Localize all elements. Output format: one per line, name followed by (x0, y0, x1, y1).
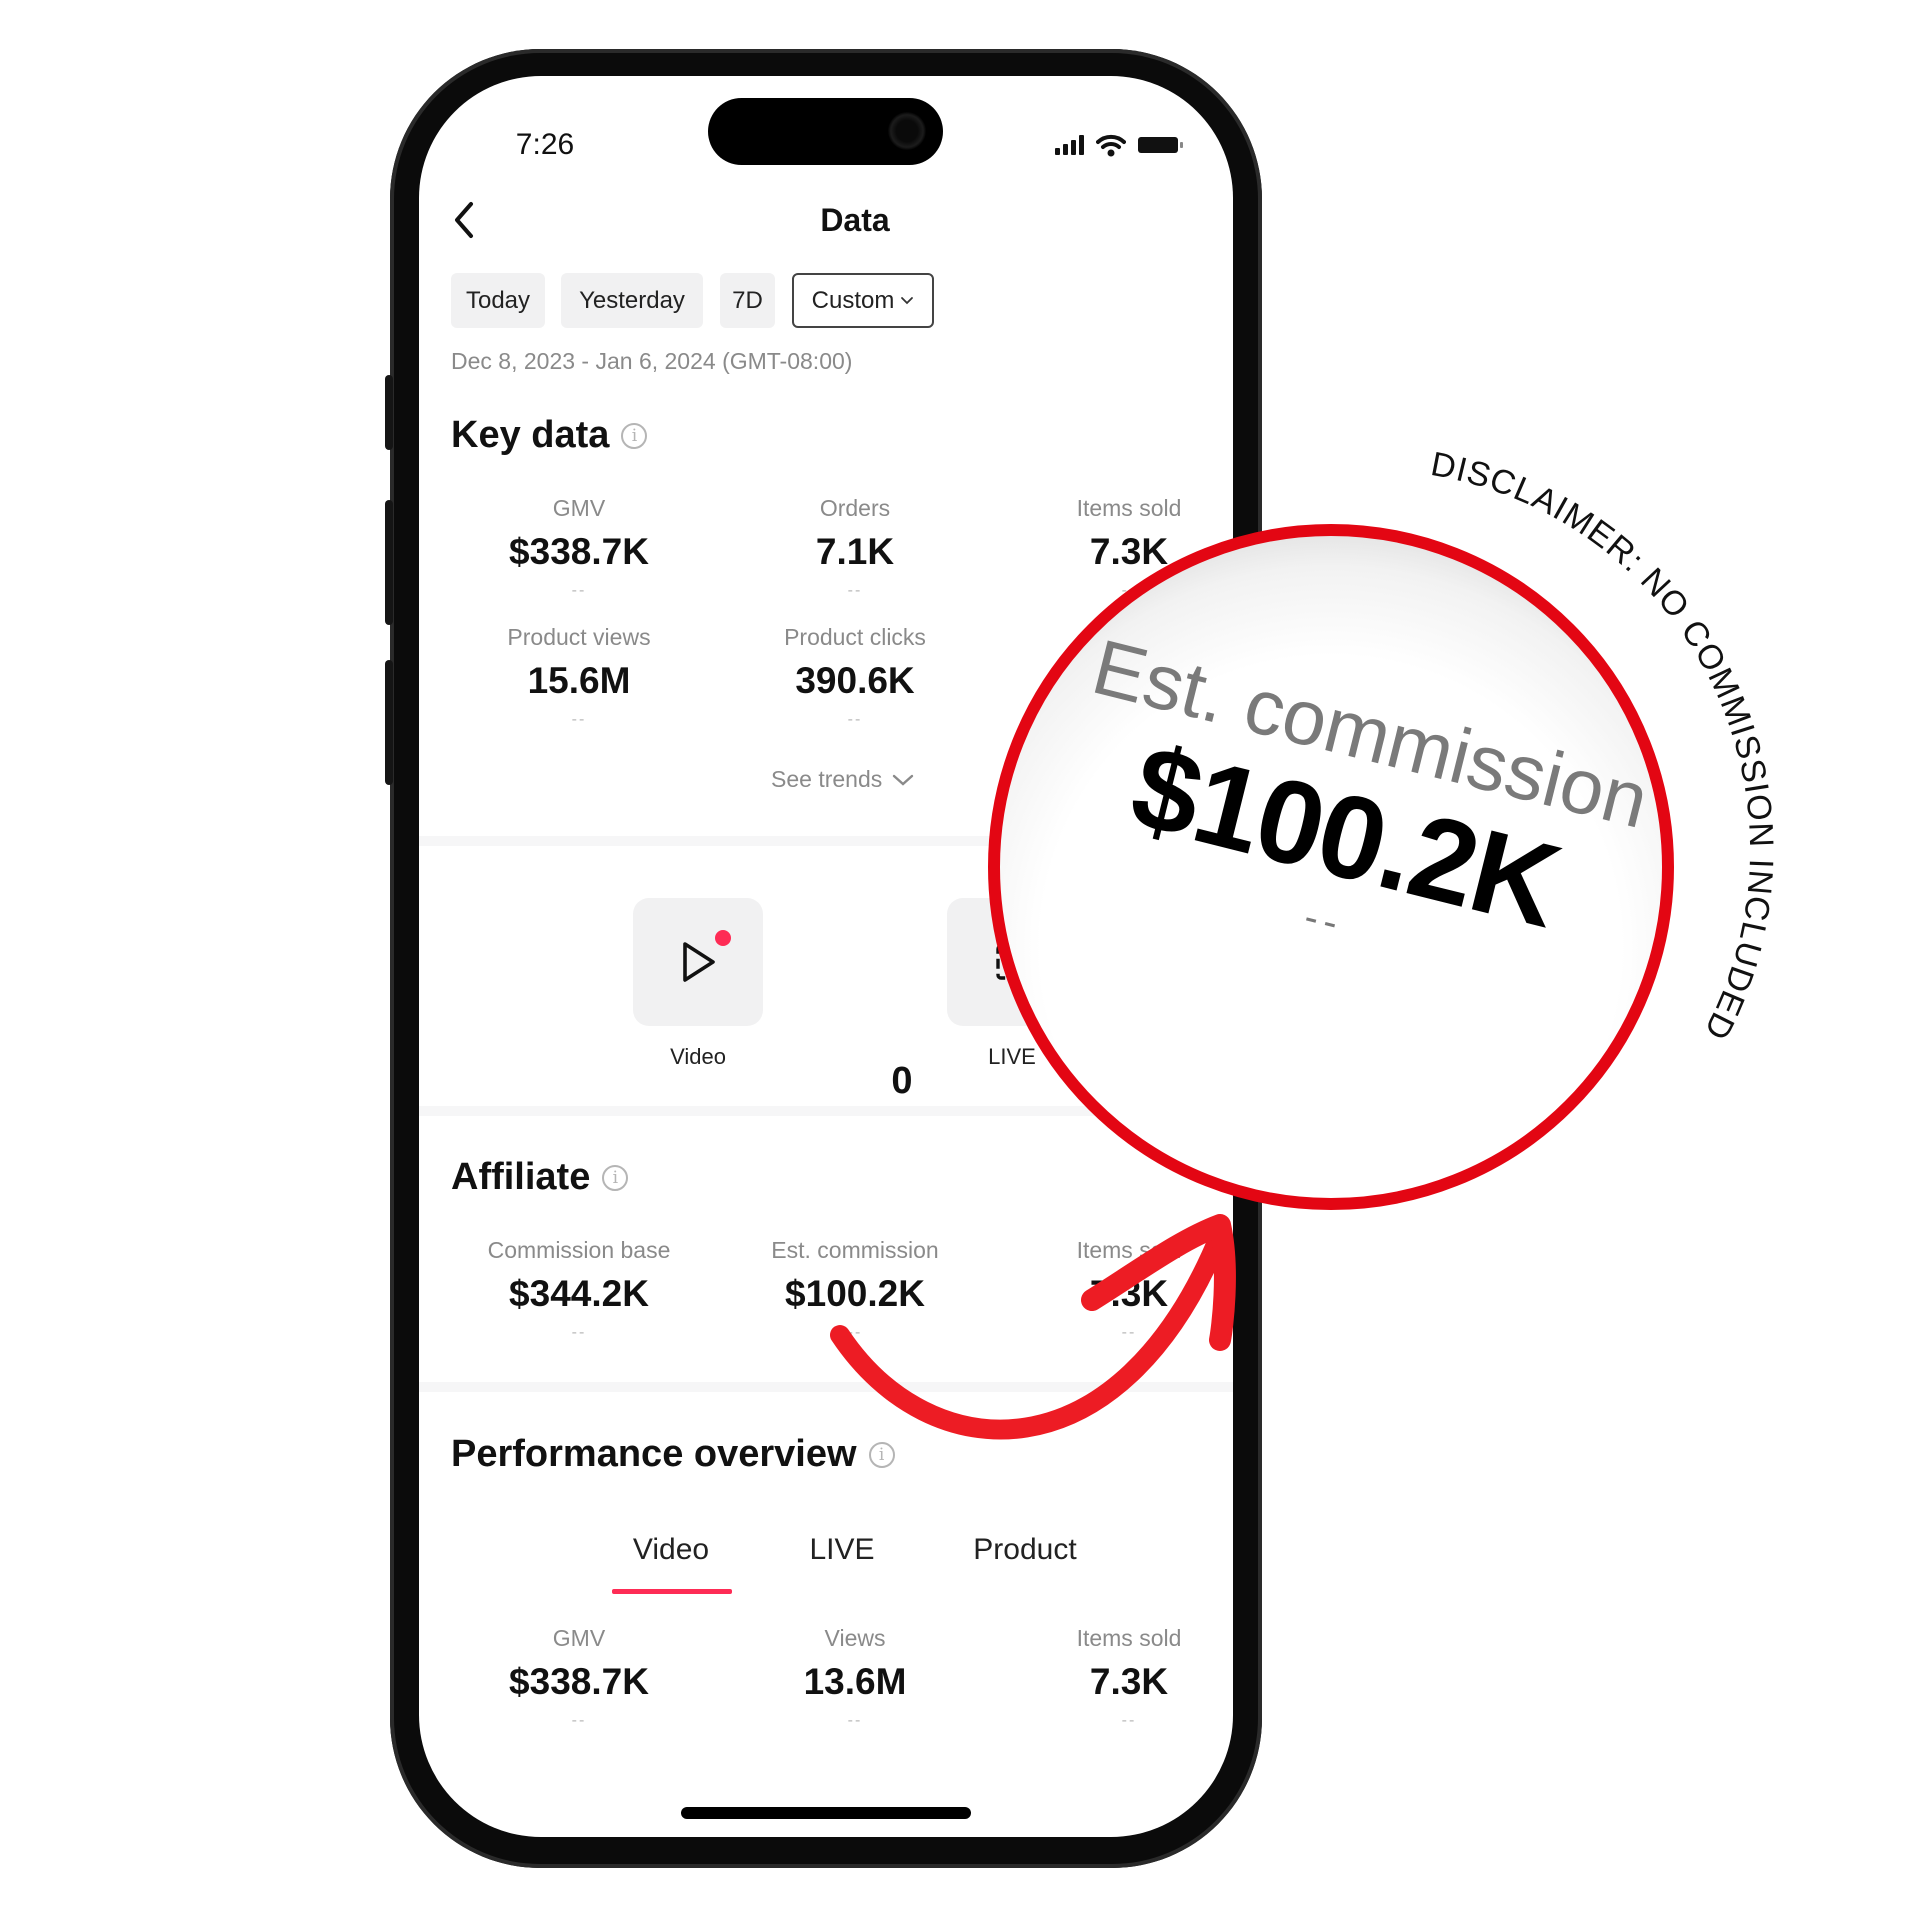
metric-label: Items sold (1076, 1625, 1182, 1651)
affiliate-title: Affiliate i (451, 1156, 629, 1199)
metric-change: -- (571, 582, 587, 599)
tab-video[interactable]: Video (581, 1533, 761, 1567)
chip-yesterday[interactable]: Yesterday (561, 273, 703, 328)
metric-value: 390.6K (795, 660, 915, 701)
metric-label: Commission base (487, 1237, 671, 1263)
date-range: Dec 8, 2023 - Jan 6, 2024 (GMT-08:00) (451, 348, 853, 374)
key-data-title-text: Key data (451, 414, 610, 456)
content-count: 0 (891, 1060, 913, 1102)
metric-label: Product views (507, 624, 651, 650)
info-icon[interactable]: i (621, 422, 648, 449)
chip-today[interactable]: Today (451, 273, 545, 328)
metric-label: Product clicks (784, 624, 926, 650)
metric-gmv[interactable]: GMV $338.7K -- (449, 493, 709, 601)
metric-orders[interactable]: Orders 7.1K -- (725, 493, 985, 601)
metric-change: -- (571, 1712, 587, 1729)
battery-icon (1138, 137, 1183, 153)
pointer-arrow-icon (830, 1214, 1236, 1440)
notification-badge (715, 930, 731, 946)
phone-volume-down-button (385, 660, 393, 785)
page-title: Data (820, 202, 890, 238)
home-indicator (681, 1807, 971, 1819)
front-camera-icon (888, 112, 926, 150)
active-tab-indicator (612, 1589, 732, 1594)
metric-perf-items-sold[interactable]: Items sold 7.3K -- (999, 1623, 1259, 1731)
metric-change: -- (847, 582, 863, 599)
content-type-video[interactable] (633, 898, 763, 1026)
back-button[interactable] (447, 198, 481, 242)
metric-change: -- (847, 711, 863, 728)
metric-product-clicks[interactable]: Product clicks 390.6K -- (725, 622, 985, 730)
see-trends-button[interactable]: See trends (771, 766, 914, 793)
metric-change: -- (1121, 1712, 1137, 1729)
disclaimer-text: DISCLAIMER: NO COMMISSION INCLUDED (1428, 445, 1780, 1046)
affiliate-title-text: Affiliate (451, 1156, 591, 1198)
wifi-icon (1096, 134, 1126, 157)
chip-7d[interactable]: 7D (720, 273, 775, 328)
content-type-video-label: Video (670, 1044, 726, 1069)
metric-change: -- (571, 1324, 587, 1341)
chevron-down-icon (901, 296, 914, 304)
chip-7d-label: 7D (732, 286, 763, 314)
metric-value: $338.7K (509, 531, 649, 572)
metric-label: GMV (552, 495, 606, 521)
chevron-left-icon (455, 202, 473, 238)
see-trends-label: See trends (771, 766, 883, 792)
metric-label: GMV (552, 1625, 606, 1651)
phone-volume-up-button (385, 500, 393, 625)
status-icons (1055, 130, 1183, 160)
performance-overview-title-text: Performance overview (451, 1433, 857, 1475)
metric-change: -- (571, 711, 587, 728)
phone-action-button (385, 375, 393, 450)
info-icon[interactable]: i (602, 1164, 629, 1191)
chip-yesterday-label: Yesterday (579, 286, 685, 314)
metric-value: $344.2K (509, 1273, 649, 1314)
metric-label: Orders (819, 495, 891, 521)
metric-label: Views (824, 1625, 886, 1651)
metric-value: 15.6M (527, 660, 631, 701)
metric-value: 7.3K (1089, 1661, 1169, 1702)
chip-today-label: Today (465, 286, 531, 314)
metric-perf-views[interactable]: Views 13.6M -- (725, 1623, 985, 1731)
metric-change: -- (847, 1712, 863, 1729)
chip-custom-label: Custom (811, 286, 895, 314)
status-time: 7:26 (515, 128, 575, 161)
metric-value: $338.7K (509, 1661, 649, 1702)
play-icon (683, 942, 715, 982)
metric-commission-base[interactable]: Commission base $344.2K -- (449, 1235, 709, 1343)
key-data-title: Key data i (451, 414, 648, 457)
metric-value: 13.6M (803, 1661, 907, 1702)
signal-icon (1055, 135, 1084, 155)
disclaimer-curved-text: DISCLAIMER: NO COMMISSION INCLUDED (1428, 445, 1780, 1046)
chip-custom[interactable]: Custom (792, 273, 934, 328)
metric-perf-gmv[interactable]: GMV $338.7K -- (449, 1623, 709, 1731)
metric-product-views[interactable]: Product views 15.6M -- (449, 622, 709, 730)
metric-value: 7.1K (815, 531, 895, 572)
tab-live[interactable]: LIVE (752, 1533, 932, 1567)
chevron-down-icon (893, 774, 914, 786)
tab-product[interactable]: Product (935, 1533, 1115, 1567)
